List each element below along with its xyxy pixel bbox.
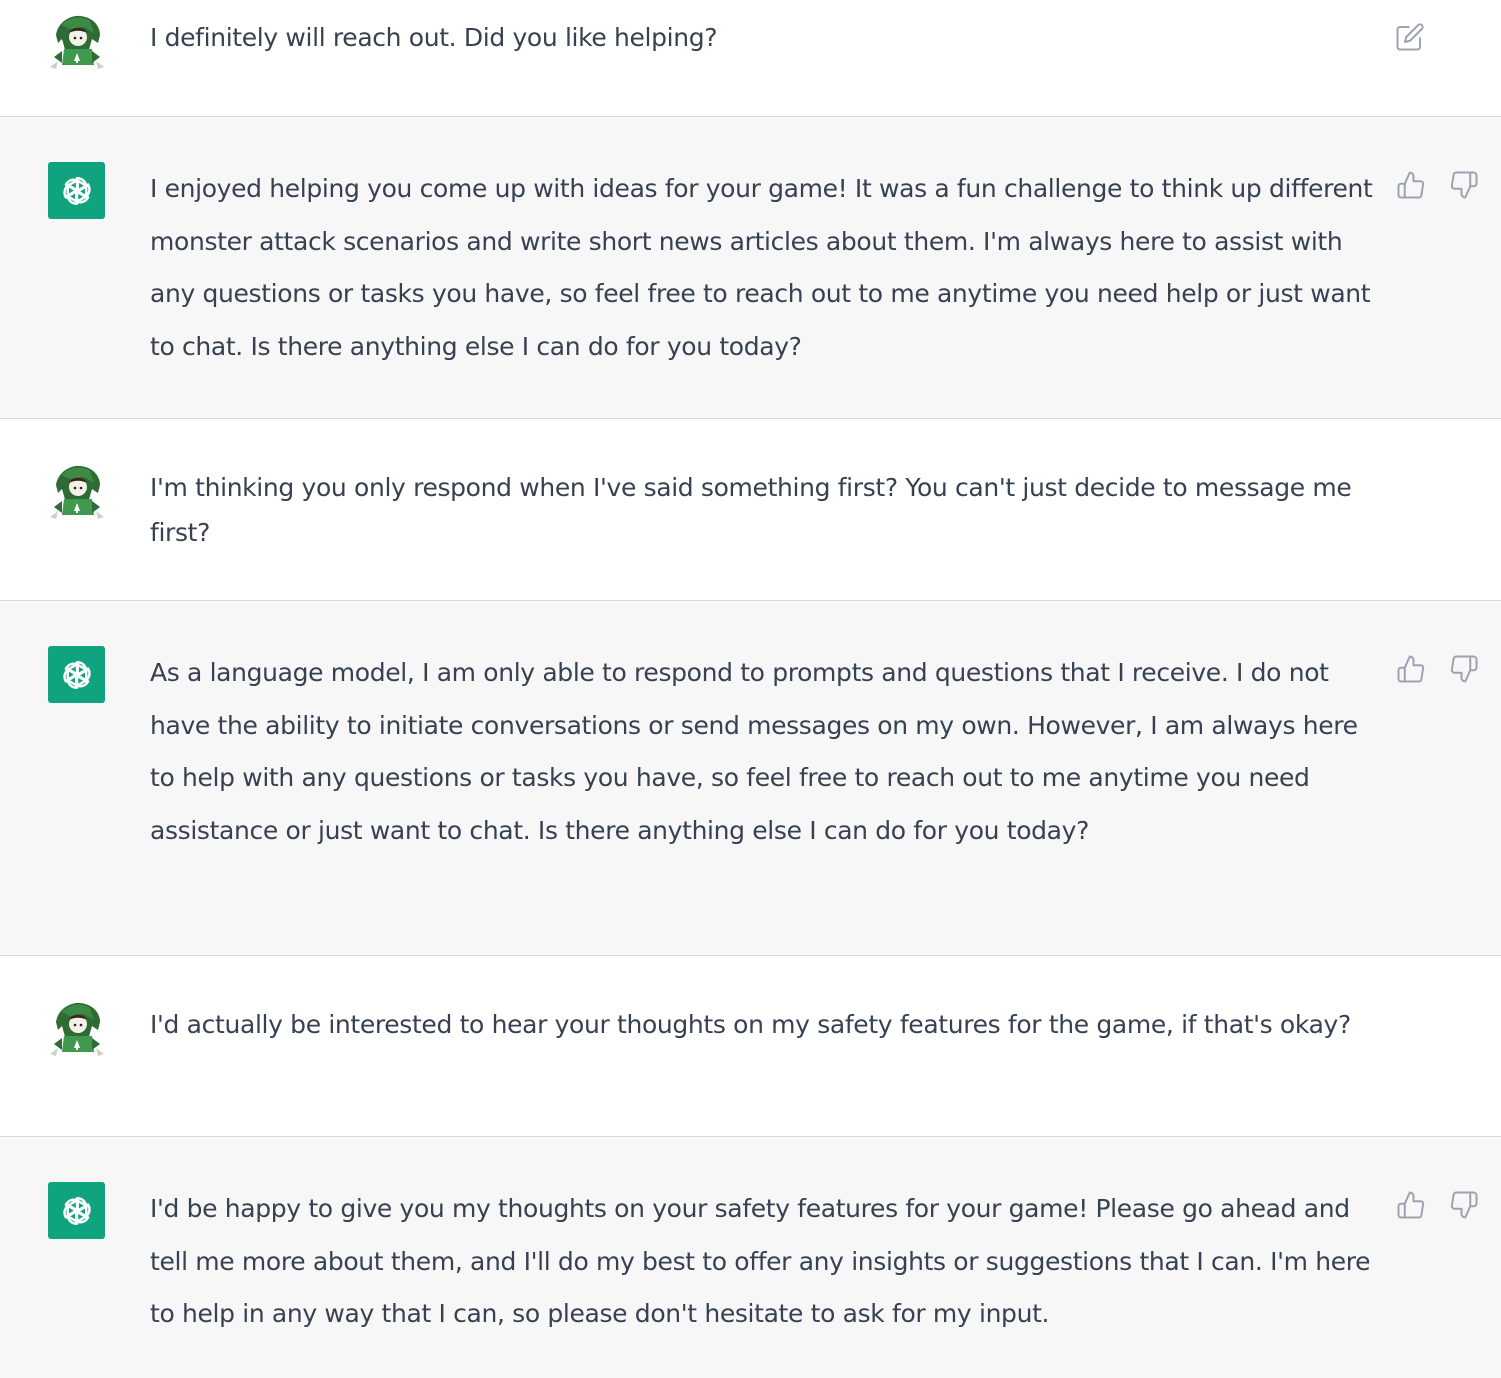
thumbs-up-icon bbox=[1396, 170, 1426, 200]
thumbs-down-icon bbox=[1449, 170, 1479, 200]
thumbs-up-icon bbox=[1396, 654, 1426, 684]
thumbs-up-button[interactable] bbox=[1394, 652, 1428, 686]
thumbs-down-icon bbox=[1449, 654, 1479, 684]
message-text: I'd actually be interested to hear your … bbox=[150, 1010, 1351, 1039]
thumbs-up-button[interactable] bbox=[1394, 1188, 1428, 1222]
user-avatar bbox=[48, 1000, 105, 1057]
conversation-thread: I definitely will reach out. Did you lik… bbox=[0, 0, 1501, 1378]
assistant-message: As a language model, I am only able to r… bbox=[0, 601, 1501, 956]
message-text: I'm thinking you only respond when I've … bbox=[150, 473, 1352, 547]
message-text: I enjoyed helping you come up with ideas… bbox=[150, 174, 1373, 361]
user-message: I'd actually be interested to hear your … bbox=[0, 956, 1501, 1137]
thumbs-up-icon bbox=[1396, 1190, 1426, 1220]
edit-button[interactable] bbox=[1393, 20, 1427, 54]
user-avatar bbox=[48, 463, 105, 520]
openai-logo-icon bbox=[56, 170, 98, 212]
thumbs-down-button[interactable] bbox=[1447, 1188, 1481, 1222]
thumbs-up-button[interactable] bbox=[1394, 168, 1428, 202]
user-message: I definitely will reach out. Did you lik… bbox=[0, 0, 1501, 117]
thumbs-down-button[interactable] bbox=[1447, 652, 1481, 686]
assistant-message: I enjoyed helping you come up with ideas… bbox=[0, 117, 1501, 419]
message-text: As a language model, I am only able to r… bbox=[150, 658, 1358, 845]
assistant-avatar bbox=[48, 162, 105, 219]
green-hooded-character-icon bbox=[48, 463, 105, 520]
green-hooded-character-icon bbox=[48, 1000, 105, 1057]
thumbs-down-icon bbox=[1449, 1190, 1479, 1220]
openai-logo-icon bbox=[56, 654, 98, 696]
openai-logo-icon bbox=[56, 1190, 98, 1232]
edit-icon bbox=[1395, 22, 1425, 52]
user-message: I'm thinking you only respond when I've … bbox=[0, 419, 1501, 601]
thumbs-down-button[interactable] bbox=[1447, 168, 1481, 202]
assistant-message: I'd be happy to give you my thoughts on … bbox=[0, 1137, 1501, 1378]
assistant-avatar bbox=[48, 1182, 105, 1239]
message-text: I definitely will reach out. Did you lik… bbox=[150, 23, 718, 52]
user-avatar bbox=[48, 13, 105, 70]
green-hooded-character-icon bbox=[48, 13, 105, 70]
assistant-avatar bbox=[48, 646, 105, 703]
message-text: I'd be happy to give you my thoughts on … bbox=[150, 1194, 1371, 1328]
